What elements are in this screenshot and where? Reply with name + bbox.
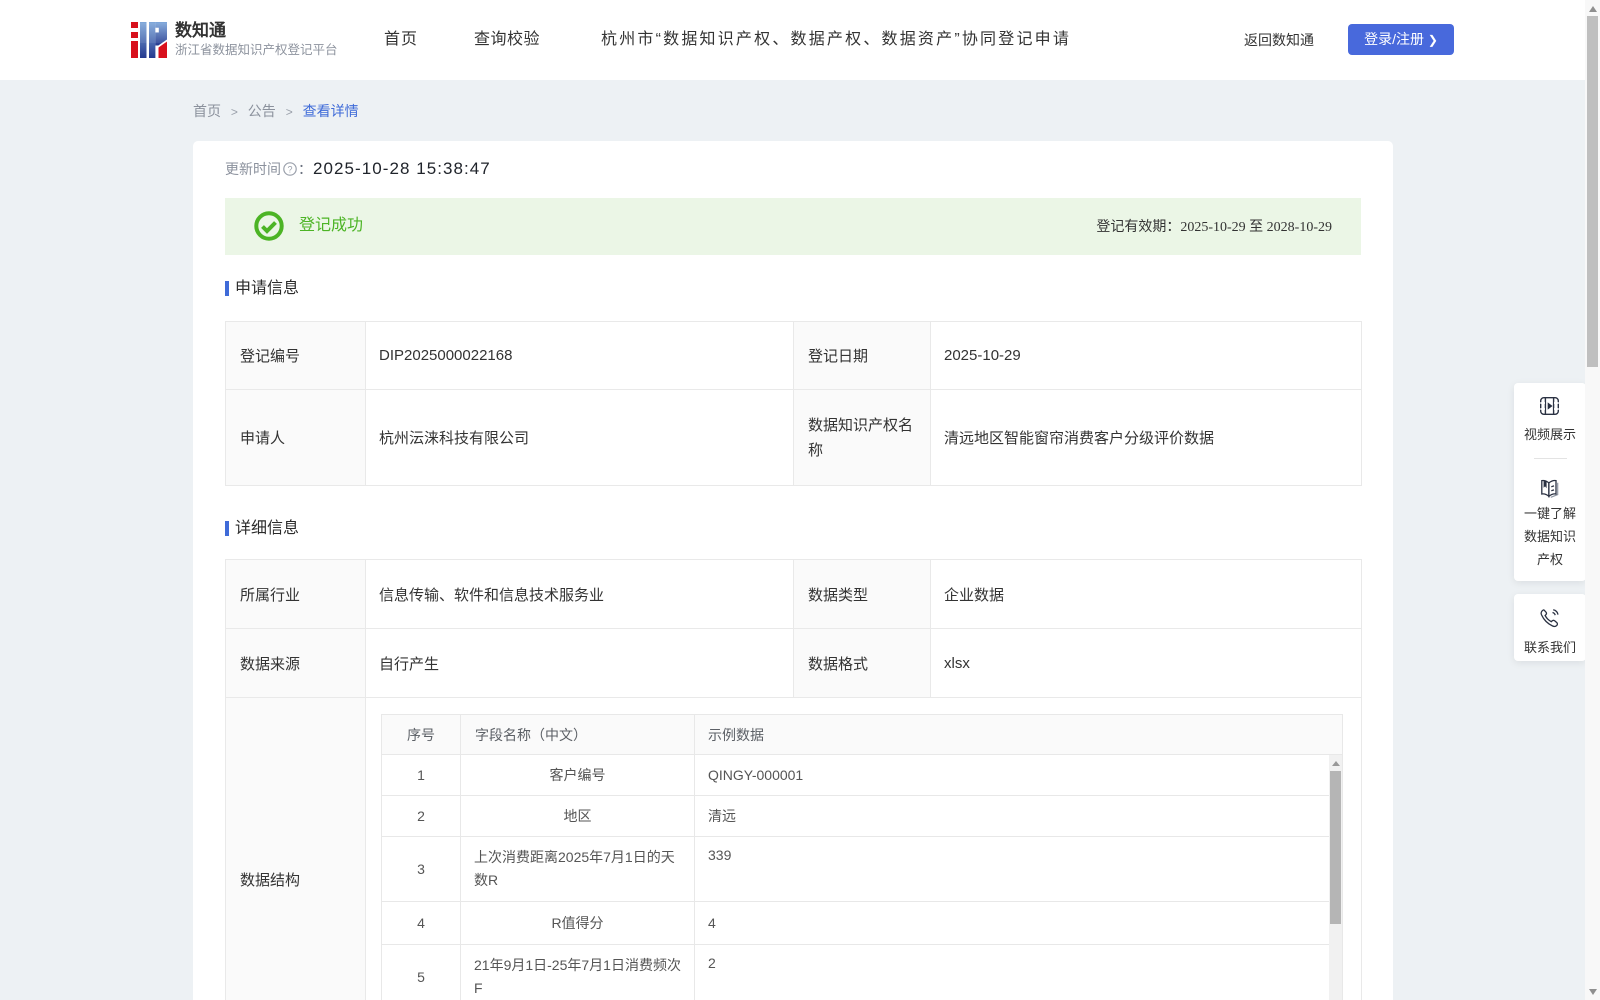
svg-text:?: ? [287,164,292,174]
